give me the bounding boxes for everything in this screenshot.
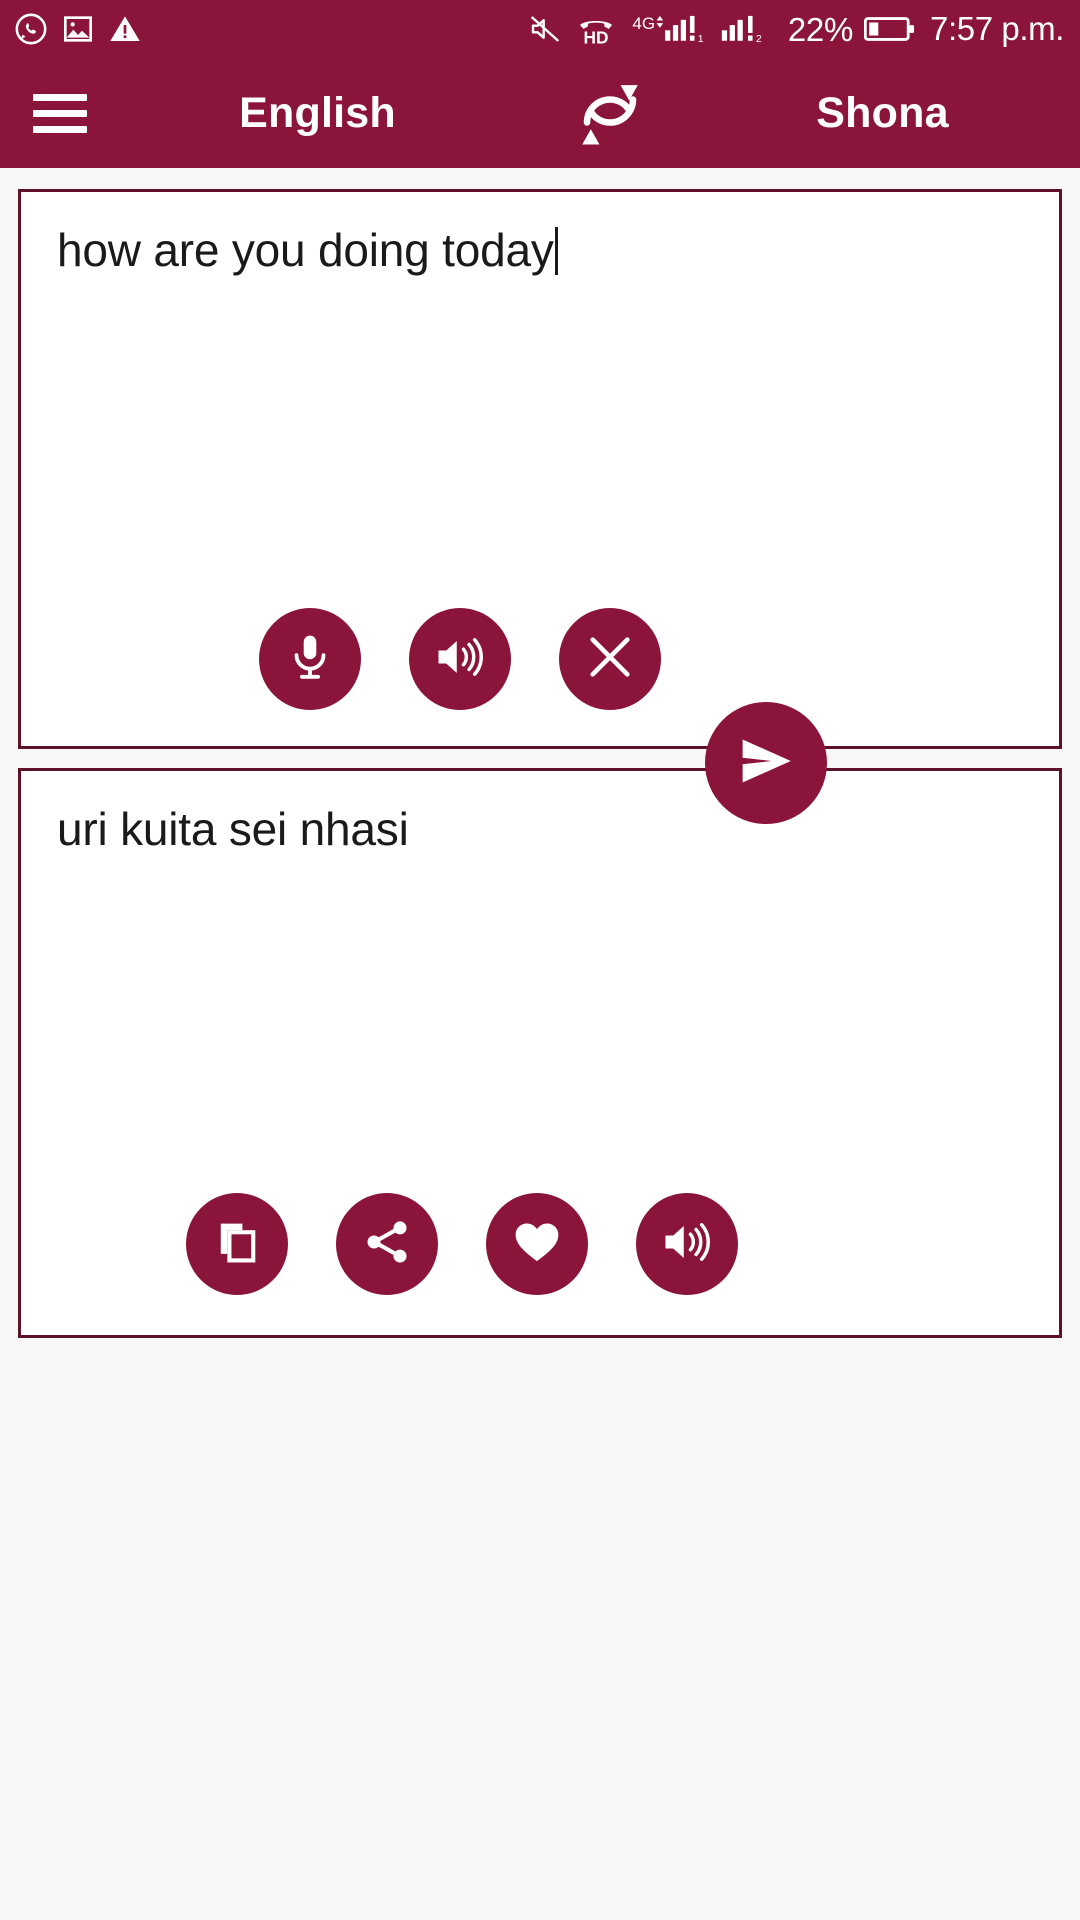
speak-source-button[interactable] bbox=[409, 608, 511, 710]
status-bar-right-icons: HD 4G 1 2 22% 7:57 p.m. bbox=[528, 10, 1064, 48]
speak-target-button[interactable] bbox=[636, 1193, 738, 1295]
send-icon bbox=[733, 728, 799, 799]
translate-send-button[interactable] bbox=[705, 702, 827, 824]
translated-text-card[interactable]: uri kuita sei nhasi bbox=[18, 768, 1062, 1338]
warning-icon bbox=[108, 13, 142, 45]
clock-label: 7:57 p.m. bbox=[930, 10, 1064, 47]
source-language-selector[interactable]: English bbox=[120, 89, 545, 138]
swap-languages-icon bbox=[564, 65, 656, 162]
source-text-value: how are you doing today bbox=[57, 224, 554, 276]
status-bar: HD 4G 1 2 22% 7:57 p.m. bbox=[0, 0, 1080, 58]
copy-button[interactable] bbox=[186, 1193, 288, 1295]
swap-languages-button[interactable] bbox=[545, 58, 675, 168]
screenshot-image-icon bbox=[61, 13, 95, 45]
whatsapp-icon bbox=[14, 12, 48, 46]
speaker-icon bbox=[432, 631, 488, 688]
app-screen: HD 4G 1 2 22% 7:57 p.m. English Shona ho… bbox=[0, 0, 1080, 1920]
close-icon bbox=[584, 631, 636, 688]
favorite-button[interactable] bbox=[486, 1193, 588, 1295]
status-bar-left-icons bbox=[14, 12, 142, 46]
battery-percent-label: 22% bbox=[787, 10, 854, 48]
svg-text:4G: 4G bbox=[632, 14, 655, 33]
app-header: English Shona bbox=[0, 58, 1080, 168]
share-button[interactable] bbox=[336, 1193, 438, 1295]
share-icon bbox=[361, 1216, 413, 1273]
svg-text:1: 1 bbox=[698, 34, 704, 45]
svg-text:HD: HD bbox=[583, 28, 608, 45]
heart-icon bbox=[510, 1215, 564, 1274]
clear-text-button[interactable] bbox=[559, 608, 661, 710]
target-action-buttons bbox=[186, 1193, 738, 1295]
text-cursor bbox=[554, 227, 558, 275]
hd-call-icon: HD bbox=[573, 13, 619, 45]
hamburger-menu-button[interactable] bbox=[0, 58, 120, 168]
battery-icon bbox=[864, 14, 916, 44]
svg-text:2: 2 bbox=[756, 34, 762, 45]
source-text-card[interactable]: how are you doing today bbox=[18, 189, 1062, 749]
microphone-icon bbox=[283, 630, 337, 689]
translated-text-value: uri kuita sei nhasi bbox=[57, 803, 409, 855]
mute-icon bbox=[528, 13, 562, 45]
signal-4g-icon: 4G 1 bbox=[630, 12, 708, 46]
source-text-input[interactable]: how are you doing today bbox=[21, 192, 1059, 280]
target-language-selector[interactable]: Shona bbox=[675, 89, 1080, 138]
speaker-icon bbox=[659, 1216, 715, 1273]
signal-bars-icon: 2 bbox=[719, 12, 777, 46]
microphone-button[interactable] bbox=[259, 608, 361, 710]
source-action-buttons bbox=[259, 608, 661, 710]
hamburger-menu-icon bbox=[33, 85, 87, 142]
copy-icon bbox=[211, 1216, 263, 1273]
